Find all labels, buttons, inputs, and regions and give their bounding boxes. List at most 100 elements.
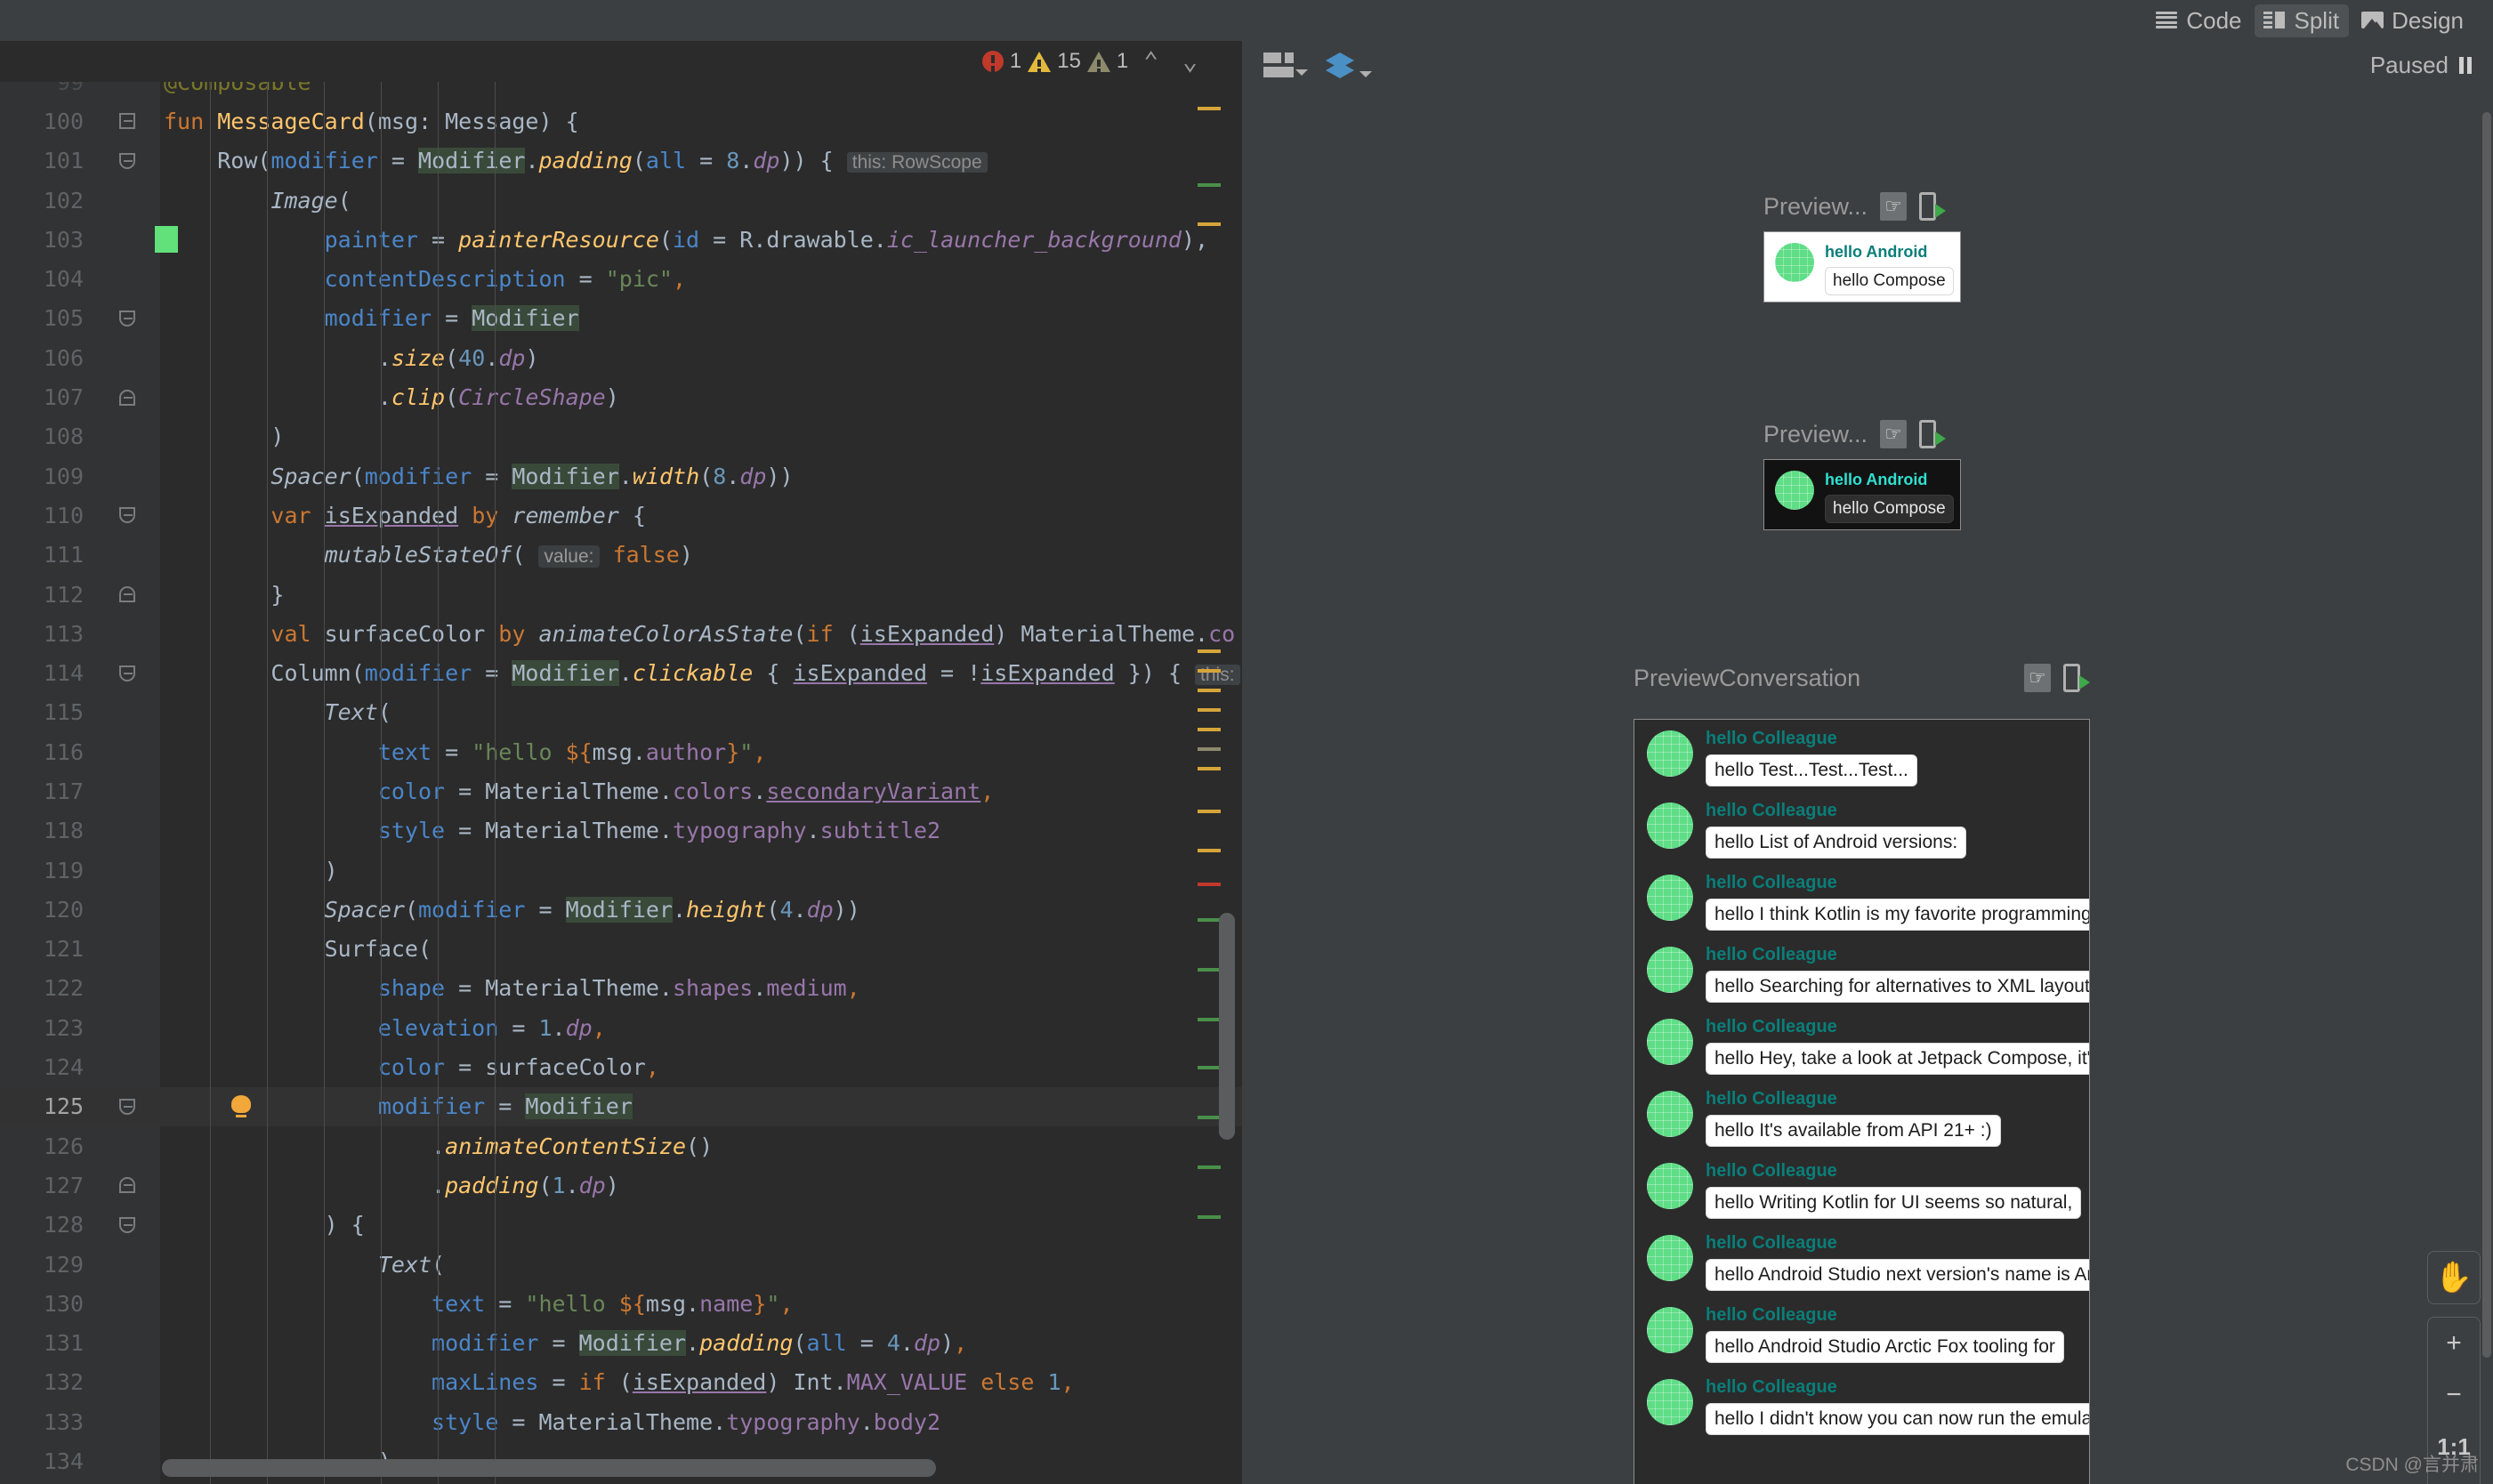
preview-1-device[interactable]: hello Android hello Compose — [1763, 231, 1961, 302]
code-line[interactable]: 99 @Composable — [0, 82, 1242, 101]
code-line[interactable]: 123 elevation = 1.dp, — [0, 1008, 1242, 1047]
gutter-icons[interactable] — [100, 693, 160, 732]
code-line[interactable]: 116 text = "hello ${msg.author}", — [0, 732, 1242, 771]
code-line[interactable]: 113 val surfaceColor by animateColorAsSt… — [0, 614, 1242, 653]
gutter-icons[interactable] — [100, 1165, 160, 1205]
code-line[interactable]: 124 color = surfaceColor, — [0, 1047, 1242, 1086]
gutter-icons[interactable] — [100, 496, 160, 535]
code-line[interactable]: 106 .size(40.dp) — [0, 338, 1242, 377]
gutter-icons[interactable] — [100, 1363, 160, 1402]
gutter-icons[interactable] — [100, 811, 160, 851]
preview-status[interactable]: Paused — [2370, 52, 2472, 79]
compose-preview-pane[interactable]: Paused Preview... ☞ hello Android hello … — [1242, 41, 2493, 1484]
fold-toggle-icon[interactable] — [119, 507, 135, 524]
code-line[interactable]: 126 .animateContentSize() — [0, 1126, 1242, 1165]
gutter-icons[interactable] — [100, 1441, 160, 1480]
code-line[interactable]: 114 Column(modifier = Modifier.clickable… — [0, 653, 1242, 692]
code-line[interactable]: 130 text = "hello ${msg.name}", — [0, 1284, 1242, 1323]
deploy-to-device-icon[interactable] — [2063, 664, 2090, 692]
code-line[interactable]: 115 Text( — [0, 693, 1242, 732]
code-line[interactable]: 125 modifier = Modifier — [0, 1086, 1242, 1127]
view-layout-icon[interactable] — [1263, 52, 1308, 77]
deploy-to-device-icon[interactable] — [1919, 420, 1947, 448]
gutter-icons[interactable] — [100, 1008, 160, 1047]
gutter-icons[interactable] — [100, 259, 160, 298]
gutter-icons[interactable] — [100, 890, 160, 929]
fold-toggle-icon[interactable] — [119, 1098, 135, 1115]
code-line[interactable]: 110 var isExpanded by remember { — [0, 496, 1242, 535]
view-mode-split[interactable]: Split — [2255, 4, 2350, 37]
code-line[interactable]: 128 ) { — [0, 1206, 1242, 1245]
code-line[interactable]: 131 modifier = Modifier.padding(all = 4.… — [0, 1324, 1242, 1363]
gutter-icons[interactable] — [100, 456, 160, 496]
code-line[interactable]: 133 style = MaterialTheme.typography.bod… — [0, 1402, 1242, 1441]
zoom-out-button[interactable]: − — [2428, 1369, 2480, 1421]
code-line[interactable]: 117 color = MaterialTheme.colors.seconda… — [0, 771, 1242, 811]
gutter-icons[interactable] — [100, 377, 160, 416]
gutter-icons[interactable] — [100, 1047, 160, 1086]
interactive-mode-icon[interactable]: ☞ — [1880, 420, 1908, 448]
gutter-icons[interactable] — [100, 771, 160, 811]
code-line[interactable]: 107 .clip(CircleShape) — [0, 377, 1242, 416]
gutter-icons[interactable] — [100, 101, 160, 141]
gutter-icons[interactable] — [100, 1324, 160, 1363]
code-line[interactable]: 103 painter = painterResource(id = R.dra… — [0, 220, 1242, 259]
fold-toggle-icon[interactable] — [119, 586, 135, 602]
editor-code-area[interactable]: 99 @Composable 100 fun MessageCard(msg: Mes… — [0, 82, 1242, 1484]
fold-toggle-icon[interactable] — [119, 389, 135, 406]
deploy-to-device-icon[interactable] — [1919, 192, 1947, 221]
fold-toggle-icon[interactable] — [119, 310, 135, 327]
gutter-icons[interactable] — [100, 338, 160, 377]
layers-icon[interactable] — [1322, 51, 1372, 79]
gutter-icons[interactable] — [100, 851, 160, 890]
preview-vertical-scrollbar[interactable] — [2482, 112, 2491, 1358]
editor-vertical-scrollbar[interactable] — [1219, 913, 1235, 1140]
code-line[interactable]: 105 modifier = Modifier — [0, 299, 1242, 338]
gutter-icons[interactable] — [100, 1284, 160, 1323]
gutter-icons[interactable] — [100, 1402, 160, 1441]
code-line[interactable]: 132 maxLines = if (isExpanded) Int.MAX_V… — [0, 1363, 1242, 1402]
code-line[interactable]: 121 Surface( — [0, 930, 1242, 969]
gutter-icons[interactable] — [100, 82, 160, 101]
gutter-icons[interactable] — [100, 614, 160, 653]
fold-toggle-icon[interactable] — [119, 152, 135, 169]
code-line[interactable]: 111 mutableStateOf( value: false) — [0, 536, 1242, 575]
zoom-in-button[interactable]: + — [2428, 1318, 2480, 1369]
gutter-icons[interactable] — [100, 969, 160, 1008]
code-line[interactable]: 129 Text( — [0, 1245, 1242, 1284]
gutter-icons[interactable] — [100, 220, 178, 259]
code-line[interactable]: 101 Row(modifier = Modifier.padding(all … — [0, 141, 1242, 181]
fold-toggle-icon[interactable] — [119, 113, 135, 130]
code-line[interactable]: 108 ) — [0, 417, 1242, 456]
gutter-icons[interactable] — [100, 653, 160, 692]
chevron-up-icon[interactable]: ⌃ — [1134, 49, 1167, 74]
code-editor[interactable]: 1 15 1 ⌃ ⌄ 99 @Composable 100 fun MessageCa… — [0, 41, 1242, 1484]
code-line[interactable]: 112 } — [0, 575, 1242, 614]
gutter-icons[interactable] — [100, 732, 160, 771]
code-line[interactable]: 118 style = MaterialTheme.typography.sub… — [0, 811, 1242, 851]
gutter-icons[interactable] — [100, 181, 160, 220]
code-line[interactable]: 127 .padding(1.dp) — [0, 1165, 1242, 1205]
view-mode-design[interactable]: Design — [2352, 4, 2473, 37]
fold-toggle-icon[interactable] — [119, 1216, 135, 1233]
view-mode-switcher[interactable]: Code Split Design — [2147, 4, 2473, 37]
fold-toggle-icon[interactable] — [119, 1177, 135, 1194]
view-mode-code[interactable]: Code — [2147, 4, 2251, 37]
fold-toggle-icon[interactable] — [119, 665, 135, 682]
preview-2-device[interactable]: hello Android hello Compose — [1763, 459, 1961, 530]
code-line[interactable]: 119 ) — [0, 851, 1242, 890]
chevron-down-icon[interactable]: ⌄ — [1174, 49, 1206, 74]
code-line[interactable]: 120 Spacer(modifier = Modifier.height(4.… — [0, 890, 1242, 929]
intention-bulb-icon[interactable] — [231, 1094, 251, 1118]
interactive-mode-icon[interactable]: ☞ — [2024, 664, 2051, 692]
gutter-icons[interactable] — [100, 536, 160, 575]
preview-conversation-device[interactable]: hello Colleague hello Test...Test...Test.… — [1634, 719, 2090, 1484]
code-line[interactable]: 122 shape = MaterialTheme.shapes.medium, — [0, 969, 1242, 1008]
code-line[interactable]: 100 fun MessageCard(msg: Message) { — [0, 101, 1242, 141]
code-line[interactable]: 109 Spacer(modifier = Modifier.width(8.d… — [0, 456, 1242, 496]
editor-horizontal-scrollbar[interactable] — [162, 1459, 936, 1477]
gutter-icons[interactable] — [100, 1206, 160, 1245]
gutter-icons[interactable] — [100, 1126, 160, 1165]
pan-hand-icon[interactable]: ✋ — [2428, 1252, 2480, 1303]
gutter-icons[interactable] — [100, 299, 160, 338]
